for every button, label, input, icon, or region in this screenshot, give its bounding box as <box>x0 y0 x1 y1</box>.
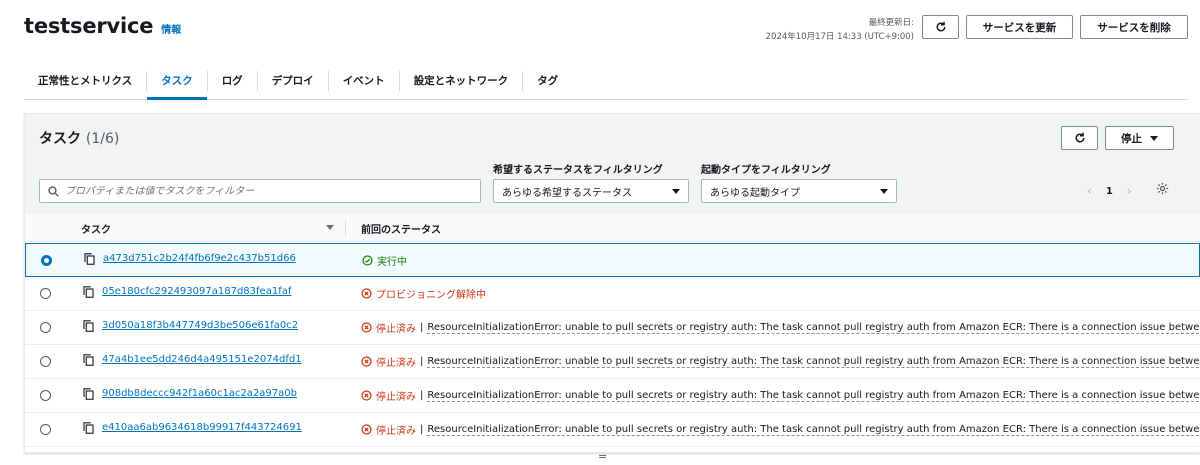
column-header-last-status[interactable]: 前回のステータス <box>361 221 441 236</box>
row-select-radio[interactable] <box>40 424 51 435</box>
last-updated-value: 2024年10月17日 14:33 (UTC+9:00) <box>765 32 914 42</box>
task-id-link[interactable]: 3d050a18f3b447749d3be506e61fa0c2 <box>102 320 298 331</box>
search-icon <box>48 185 59 197</box>
status-message[interactable]: ResourceInitializationError: unable to p… <box>427 424 1200 436</box>
tasks-count: (1/6) <box>85 131 120 147</box>
refresh-icon <box>936 21 945 32</box>
error-circle-icon <box>361 390 372 401</box>
task-status: 実行中 <box>362 253 407 268</box>
desired-status-value: あらゆる希望するステータス <box>502 187 632 199</box>
last-updated: 最終更新日: 2024年10月17日 14:33 (UTC+9:00) <box>766 16 914 44</box>
task-id-link[interactable]: 908db8deccc942f1a60c1ac2a2a97a0b <box>102 388 297 399</box>
tab-config-networking[interactable]: 設定とネットワーク <box>400 70 524 91</box>
task-status: 停止済み | ResourceInitializationError: unable… <box>361 388 1200 403</box>
delete-service-button[interactable]: サービスを削除 <box>1080 15 1188 39</box>
table-row[interactable]: e410aa6ab9634618b99917f443724691 停止済み | Res… <box>25 413 1200 447</box>
task-filter-input[interactable] <box>65 185 465 197</box>
caret-down-icon <box>1150 135 1158 141</box>
error-circle-icon <box>361 288 372 299</box>
chevron-right-icon[interactable]: › <box>1127 184 1132 198</box>
table-row[interactable]: 47a4b1ee5dd246d4a495151e2074dfd1 停止済み | Res… <box>25 345 1200 379</box>
refresh-tasks-button[interactable] <box>1061 126 1098 150</box>
table-row[interactable]: 05e180cfc292493097a187d83fea1faf プロビジョニング… <box>25 277 1200 311</box>
desired-status-select[interactable]: あらゆる希望するステータス <box>493 179 689 203</box>
tab-tasks[interactable]: タスク <box>147 70 208 100</box>
launch-type-value: あらゆる起動タイプ <box>710 187 800 199</box>
row-select-radio[interactable] <box>40 356 51 367</box>
status-separator: | <box>420 390 424 401</box>
page-number[interactable]: 1 <box>1106 186 1113 197</box>
page-header: testservice 情報 <box>24 14 181 38</box>
check-circle-icon <box>362 255 373 266</box>
copy-icon[interactable] <box>84 253 95 265</box>
status-label: 停止済み <box>376 358 416 369</box>
table-row[interactable]: 3d050a18f3b447749d3be506e61fa0c2 停止済み | Res… <box>25 311 1200 345</box>
task-filter[interactable] <box>39 179 481 203</box>
task-id-link[interactable]: a473d751c2b24f4fb6f9e2c437b51d66 <box>103 253 296 264</box>
caret-down-icon <box>672 188 680 194</box>
row-select-radio[interactable] <box>41 255 52 266</box>
error-circle-icon <box>361 356 372 367</box>
tab-bar: 正常性とメトリクス タスク ログ デプロイ イベント 設定とネットワーク タグ <box>24 62 1188 100</box>
refresh-service-button[interactable] <box>922 15 959 39</box>
task-status: プロビジョニング解除中 <box>361 286 486 301</box>
chevron-left-icon[interactable]: ‹ <box>1087 184 1092 198</box>
copy-icon[interactable] <box>83 388 94 400</box>
status-separator: | <box>420 424 424 435</box>
desired-status-label: 希望するステータスをフィルタリング <box>493 165 663 176</box>
info-link[interactable]: 情報 <box>161 21 181 36</box>
launch-type-label: 起動タイプをフィルタリング <box>701 165 831 176</box>
status-message[interactable]: ResourceInitializationError: unable to p… <box>427 322 1200 334</box>
task-status: 停止済み | ResourceInitializationError: unable… <box>361 320 1200 335</box>
task-id-link[interactable]: 47a4b1ee5dd246d4a495151e2074dfd1 <box>102 354 302 365</box>
launch-type-select[interactable]: あらゆる起動タイプ <box>701 179 897 203</box>
task-id-link[interactable]: e410aa6ab9634618b99917f443724691 <box>102 422 302 433</box>
caret-down-icon <box>880 188 888 194</box>
tasks-panel: タスク (1/6) 停止 希望するステータスをフィルタリング あらゆる希望するス… <box>24 113 1200 453</box>
page-title: testservice <box>24 14 154 38</box>
copy-icon[interactable] <box>83 320 94 332</box>
row-select-radio[interactable] <box>40 390 51 401</box>
status-label: 停止済み <box>376 392 416 403</box>
status-label: プロビジョニング解除中 <box>376 290 486 301</box>
tab-health-metrics[interactable]: 正常性とメトリクス <box>24 70 148 91</box>
sort-icon[interactable] <box>326 225 334 230</box>
copy-icon[interactable] <box>83 286 94 298</box>
task-status: 停止済み | ResourceInitializationError: unable… <box>361 422 1200 437</box>
error-circle-icon <box>361 322 372 333</box>
copy-icon[interactable] <box>83 422 94 434</box>
pagination: ‹ 1 › <box>1087 184 1132 198</box>
table-row[interactable]: a473d751c2b24f4fb6f9e2c437b51d66 実行中 <box>25 243 1200 277</box>
stop-button[interactable]: 停止 <box>1105 126 1174 150</box>
last-updated-label: 最終更新日: <box>868 18 914 28</box>
table-row[interactable]: 908db8deccc942f1a60c1ac2a2a97a0b 停止済み | Res… <box>25 379 1200 413</box>
row-select-radio[interactable] <box>40 322 51 333</box>
task-id-link[interactable]: 05e180cfc292493097a187d83fea1faf <box>102 286 291 297</box>
gear-icon[interactable] <box>1156 182 1169 195</box>
tasks-panel-title: タスク (1/6) <box>39 128 119 148</box>
row-select-radio[interactable] <box>40 288 51 299</box>
status-label: 停止済み <box>376 324 416 335</box>
status-label: 停止済み <box>376 426 416 437</box>
tab-deployments[interactable]: デプロイ <box>258 70 329 91</box>
table-header: タスク 前回のステータス <box>25 214 1200 242</box>
tab-events[interactable]: イベント <box>329 70 400 91</box>
status-separator: | <box>420 322 424 333</box>
tab-tags[interactable]: タグ <box>523 71 572 91</box>
copy-icon[interactable] <box>83 354 94 366</box>
resize-handle-icon[interactable]: = <box>598 450 607 463</box>
column-header-task[interactable]: タスク <box>81 221 111 236</box>
status-separator: | <box>420 356 424 367</box>
update-service-button[interactable]: サービスを更新 <box>966 15 1073 39</box>
status-message[interactable]: ResourceInitializationError: unable to p… <box>427 390 1200 402</box>
column-divider <box>345 220 346 236</box>
error-circle-icon <box>361 424 372 435</box>
tasks-title: タスク <box>39 131 81 147</box>
status-label: 実行中 <box>377 257 407 268</box>
task-status: 停止済み | ResourceInitializationError: unable… <box>361 354 1200 369</box>
refresh-icon <box>1075 132 1084 143</box>
tab-logs[interactable]: ログ <box>208 70 258 91</box>
stop-button-label: 停止 <box>1121 132 1142 145</box>
status-message[interactable]: ResourceInitializationError: unable to p… <box>427 356 1200 368</box>
